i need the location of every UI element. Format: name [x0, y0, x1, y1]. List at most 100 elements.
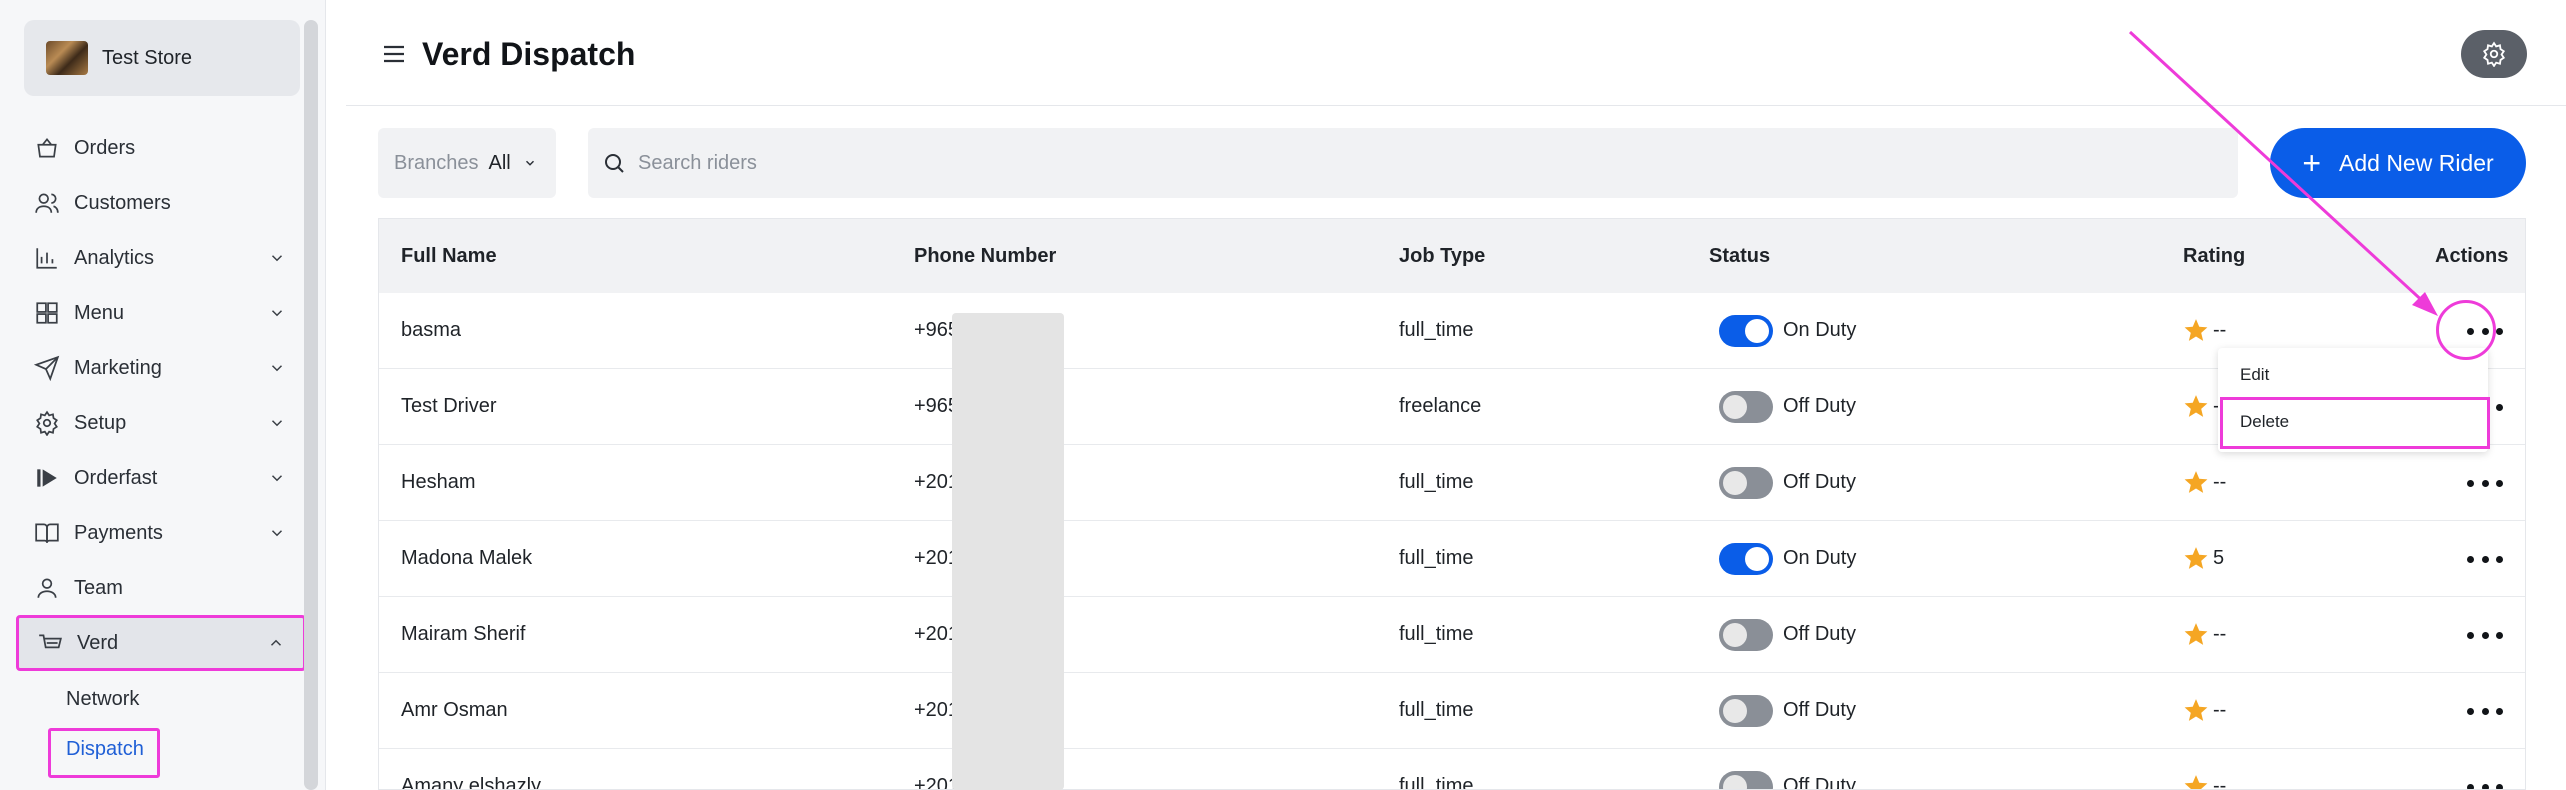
sidebar-item-menu[interactable]: Menu	[16, 287, 304, 339]
toggle-knob	[1723, 775, 1747, 789]
sidebar-item-marketing[interactable]: Marketing	[16, 342, 304, 394]
settings-button[interactable]	[2461, 30, 2527, 78]
row-actions-button[interactable]	[2467, 549, 2503, 569]
rider-rating: --	[2213, 775, 2227, 790]
redacted-phone-area	[952, 313, 1064, 790]
rider-rating: --	[2213, 471, 2227, 493]
sidebar-item-orderfast[interactable]: Orderfast	[16, 452, 304, 504]
page-header: Verd Dispatch	[346, 0, 2566, 106]
chevron-down-icon	[271, 365, 283, 372]
menu-item-edit[interactable]: Edit	[2240, 365, 2269, 385]
rider-status: Off Duty	[1783, 471, 1856, 493]
rider-job-type: full_time	[1399, 547, 1474, 569]
rider-name: basma	[401, 319, 462, 341]
grid-icon	[36, 302, 58, 324]
book-icon	[35, 523, 59, 543]
basket-icon	[37, 137, 57, 158]
star-icon	[2184, 395, 2208, 417]
column-header-full-name: Full Name	[401, 245, 497, 267]
table-row: Amany elshazly +201 full_time Off Duty --	[379, 749, 2525, 790]
play-icon	[37, 469, 57, 487]
rider-name: Test Driver	[401, 395, 497, 417]
row-actions-button[interactable]	[2467, 701, 2503, 721]
branches-filter[interactable]: Branches All	[378, 128, 556, 198]
sidebar-item-label: Team	[74, 576, 123, 599]
table-row: Mairam Sherif +201 full_time Off Duty --	[379, 597, 2525, 673]
sidebar-item-customers[interactable]: Customers	[16, 177, 304, 229]
rider-name: Amany elshazly	[401, 775, 542, 790]
gear-icon	[2482, 41, 2506, 67]
toggle-knob	[1723, 699, 1747, 723]
star-icon	[2184, 471, 2208, 493]
toggle-knob	[1723, 623, 1747, 647]
chevron-down-icon	[271, 310, 283, 317]
branches-value: All	[488, 151, 511, 174]
chevron-up-icon	[270, 639, 282, 646]
delete-highlight	[2220, 397, 2490, 449]
duty-toggle[interactable]	[1719, 695, 1773, 727]
duty-toggle[interactable]	[1719, 771, 1773, 789]
table-row: Amr Osman +201 full_time Off Duty --	[379, 673, 2525, 749]
sidebar-item-label: Menu	[74, 301, 125, 324]
page-title: Verd Dispatch	[422, 36, 636, 72]
duty-toggle[interactable]	[1719, 391, 1773, 423]
store-switcher[interactable]: Test Store	[24, 20, 300, 96]
rider-job-type: full_time	[1399, 471, 1474, 493]
duty-toggle[interactable]	[1719, 467, 1773, 499]
sidebar-item-team[interactable]: Team	[16, 562, 304, 614]
hamburger-icon[interactable]	[382, 44, 406, 64]
duty-toggle[interactable]	[1719, 543, 1773, 575]
row-actions-button[interactable]	[2467, 625, 2503, 645]
rider-job-type: freelance	[1399, 395, 1482, 417]
column-header-job-type: Job Type	[1399, 245, 1486, 267]
sidebar-item-analytics[interactable]: Analytics	[16, 232, 304, 284]
search-input[interactable]	[638, 151, 2138, 175]
sidebar-item-payments[interactable]: Payments	[16, 507, 304, 559]
store-logo	[46, 41, 88, 75]
rider-rating: 5	[2213, 547, 2225, 569]
search-bar	[588, 128, 2238, 198]
subnav-item-network[interactable]: Network	[66, 688, 139, 711]
toggle-knob	[1745, 547, 1769, 571]
sidebar-item-orders[interactable]: Orders	[16, 122, 304, 174]
user-icon	[37, 578, 57, 598]
duty-toggle[interactable]	[1719, 619, 1773, 651]
rider-name: Mairam Sherif	[401, 623, 526, 645]
sidebar-item-verd[interactable]: Verd	[16, 615, 306, 671]
rider-job-type: full_time	[1399, 319, 1474, 341]
send-icon	[34, 355, 60, 381]
table-row: Hesham +201 full_time Off Duty --	[379, 445, 2525, 521]
rider-name: Amr Osman	[401, 699, 508, 721]
plus-icon: +	[2302, 145, 2321, 181]
rider-name: Hesham	[401, 471, 476, 493]
rider-status: On Duty	[1783, 547, 1857, 569]
sidebar-item-label: Orderfast	[74, 466, 158, 489]
dispatch-highlight	[48, 728, 160, 778]
duty-toggle[interactable]	[1719, 315, 1773, 347]
row-actions-button[interactable]	[2467, 473, 2503, 493]
sidebar-item-label: Setup	[74, 411, 127, 434]
sidebar-item-label: Verd	[77, 631, 119, 654]
column-header-actions: Actions	[2435, 245, 2509, 267]
sidebar-item-setup[interactable]: Setup	[16, 397, 304, 449]
chevron-down-icon	[271, 530, 283, 537]
sidebar-item-label: Customers	[74, 191, 171, 214]
sidebar-scrollbar[interactable]	[304, 20, 318, 790]
users-icon	[35, 193, 59, 213]
add-new-rider-button[interactable]: + Add New Rider	[2270, 128, 2526, 198]
chevron-down-icon	[271, 420, 283, 427]
gear-icon	[36, 410, 58, 436]
table-header: Full Name Phone Number Job Type Status R…	[379, 219, 2525, 293]
rider-job-type: full_time	[1399, 699, 1474, 721]
row-actions-button[interactable]	[2467, 777, 2503, 789]
rider-rating: --	[2213, 319, 2227, 341]
star-icon	[2184, 547, 2208, 569]
search-icon	[605, 154, 624, 173]
sidebar-item-label: Payments	[74, 521, 163, 544]
toggle-knob	[1745, 319, 1769, 343]
table-row: Madona Malek +201 full_time On Duty 5	[379, 521, 2525, 597]
sidebar: Test Store Orders Customers Analytics Me…	[0, 0, 326, 790]
toggle-knob	[1723, 395, 1747, 419]
column-header-rating: Rating	[2183, 245, 2246, 267]
toggle-knob	[1723, 471, 1747, 495]
